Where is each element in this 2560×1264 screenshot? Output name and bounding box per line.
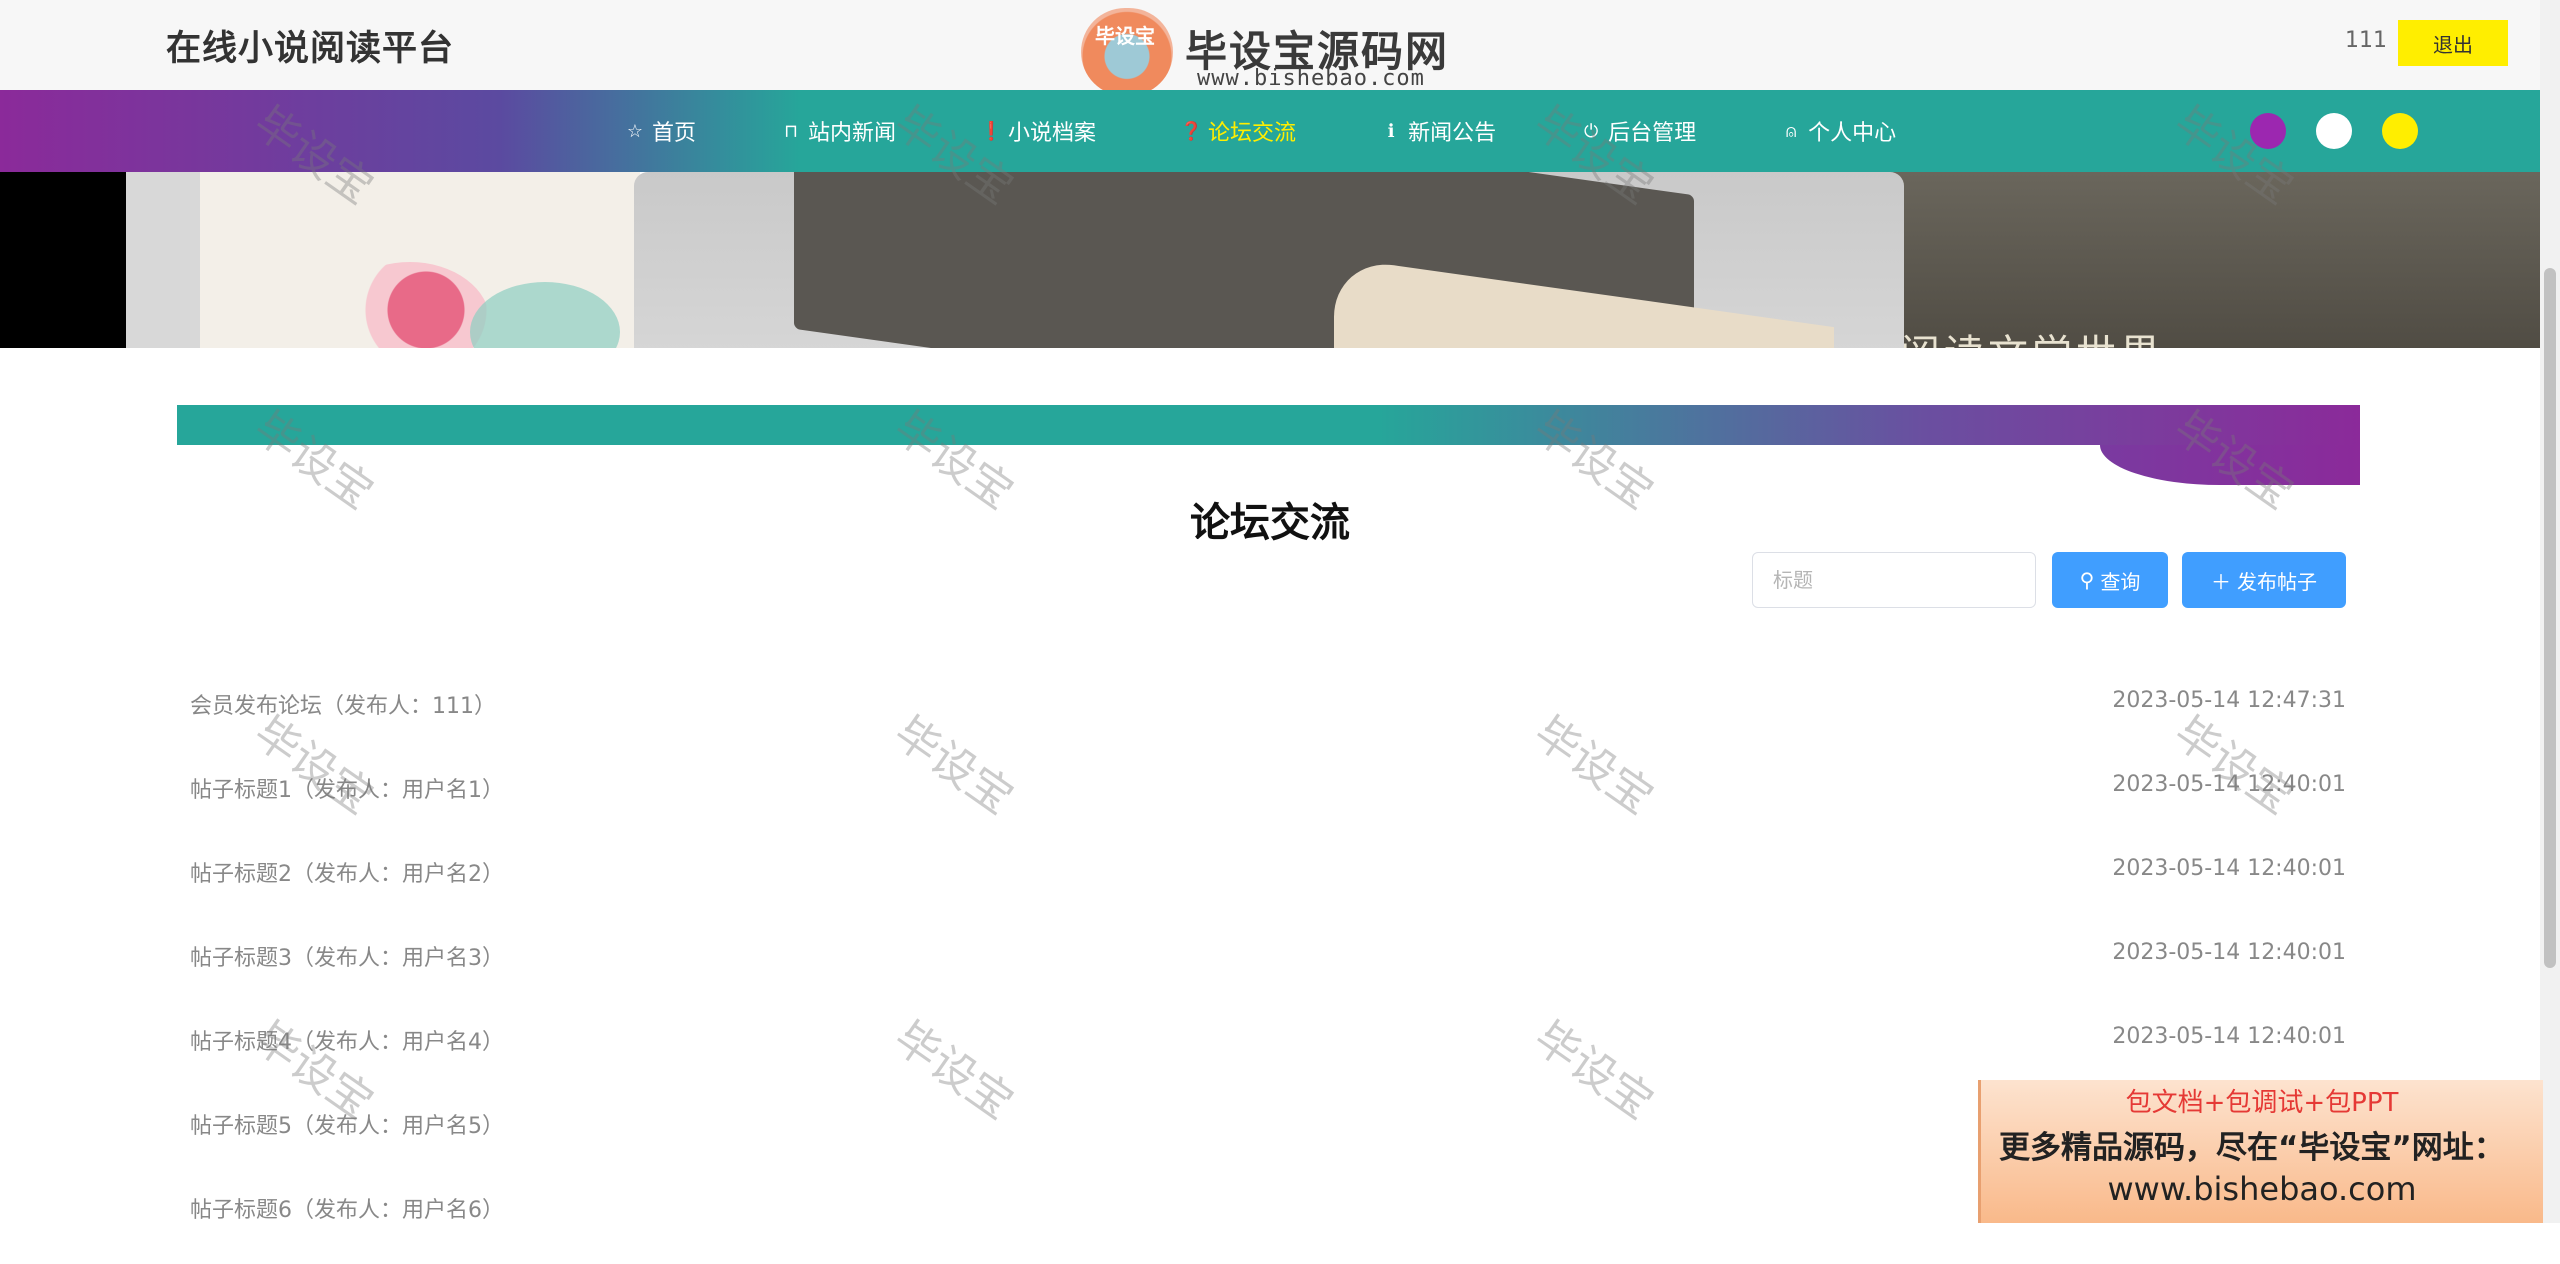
publish-button-label: 发布帖子 bbox=[2237, 569, 2317, 594]
section-header-curve bbox=[2100, 445, 2360, 485]
warning-icon: ❗ bbox=[980, 120, 1003, 142]
nav-item-label: 论坛交流 bbox=[1208, 121, 1297, 146]
nav-item-admin[interactable]: ⏻ 后台管理 bbox=[1580, 90, 1696, 172]
nav-item-label: 小说档案 bbox=[1008, 121, 1097, 146]
post-item[interactable]: 帖子标题1（发布人：用户名1） 2023-05-14 12:40:01 bbox=[190, 760, 2346, 844]
site-title[interactable]: 在线小说阅读平台 bbox=[166, 20, 454, 71]
logout-button[interactable]: 退出 bbox=[2398, 20, 2508, 66]
ad-line-3: www.bishebao.com bbox=[2107, 1170, 2417, 1208]
nav-item-label: 首页 bbox=[652, 121, 697, 146]
main-nav: ☆ 首页 ⊓ 站内新闻 ❗ 小说档案 ❓ 论坛交流 ℹ 新闻公告 ⏻ 后台管理 … bbox=[0, 90, 2540, 172]
theme-color-white[interactable] bbox=[2316, 113, 2352, 149]
banner-slide-prev[interactable] bbox=[0, 172, 640, 348]
nav-item-news[interactable]: ⊓ 站内新闻 bbox=[780, 90, 896, 172]
scrollbar-thumb[interactable] bbox=[2544, 268, 2556, 968]
page-scrollbar[interactable] bbox=[2540, 0, 2560, 1223]
theme-color-purple[interactable] bbox=[2250, 113, 2286, 149]
banner-slide-next[interactable]: 阅读文学世界 bbox=[1880, 172, 2540, 348]
info-icon: ℹ bbox=[1387, 120, 1395, 142]
username: 111 bbox=[2345, 28, 2387, 53]
theme-color-yellow[interactable] bbox=[2382, 113, 2418, 149]
search-icon: ⚲ bbox=[2079, 568, 2095, 592]
post-item[interactable]: 会员发布论坛（发布人：111） 2023-05-14 12:47:31 bbox=[190, 676, 2346, 760]
leaf-illustration bbox=[470, 282, 620, 348]
post-title[interactable]: 帖子标题3（发布人：用户名3） bbox=[190, 940, 504, 972]
post-title[interactable]: 帖子标题1（发布人：用户名1） bbox=[190, 772, 504, 804]
nav-item-label: 新闻公告 bbox=[1408, 121, 1497, 146]
bag-icon: ⊓ bbox=[783, 120, 799, 142]
lotus-illustration bbox=[330, 262, 490, 348]
nav-item-profile[interactable]: ⍝ 个人中心 bbox=[1780, 90, 1896, 172]
nav-item-label: 后台管理 bbox=[1608, 121, 1697, 146]
logo-badge-icon: 毕设宝 bbox=[1081, 8, 1173, 96]
site-header: 在线小说阅读平台 毕设宝 毕设宝源码网 www.bishebao.com 111… bbox=[0, 0, 2560, 96]
banner-slide-text: 阅读文学世界 bbox=[1900, 322, 2164, 348]
ad-line-1: 包文档+包调试+包PPT bbox=[2125, 1088, 2399, 1118]
post-title[interactable]: 帖子标题2（发布人：用户名2） bbox=[190, 856, 504, 888]
title-search-input[interactable] bbox=[1752, 552, 2036, 608]
post-time: 2023-05-14 12:40:01 bbox=[2112, 772, 2346, 797]
search-button-label: 查询 bbox=[2100, 569, 2141, 594]
nav-items: ☆ 首页 ⊓ 站内新闻 ❗ 小说档案 ❓ 论坛交流 ℹ 新闻公告 ⏻ 后台管理 … bbox=[624, 90, 1980, 172]
banner-slide-current[interactable] bbox=[634, 172, 1904, 348]
post-time: 2023-05-14 12:40:01 bbox=[2112, 1024, 2346, 1049]
post-item[interactable]: 帖子标题2（发布人：用户名2） 2023-05-14 12:40:01 bbox=[190, 844, 2346, 928]
nav-item-announcements[interactable]: ℹ 新闻公告 bbox=[1380, 90, 1496, 172]
post-title[interactable]: 帖子标题5（发布人：用户名5） bbox=[190, 1108, 504, 1140]
post-item[interactable]: 帖子标题3（发布人：用户名3） 2023-05-14 12:40:01 bbox=[190, 928, 2346, 1012]
plus-icon: ＋ bbox=[2211, 569, 2231, 594]
nav-item-label: 站内新闻 bbox=[808, 121, 897, 146]
post-time: 2023-05-14 12:40:01 bbox=[2112, 856, 2346, 881]
post-title[interactable]: 帖子标题6（发布人：用户名6） bbox=[190, 1192, 504, 1224]
post-title[interactable]: 会员发布论坛（发布人：111） bbox=[190, 688, 496, 720]
post-time: 2023-05-14 12:47:31 bbox=[2112, 688, 2346, 713]
search-button[interactable]: ⚲ 查询 bbox=[2052, 552, 2168, 608]
publish-post-button[interactable]: ＋ 发布帖子 bbox=[2182, 552, 2346, 608]
theme-color-switcher bbox=[2250, 113, 2448, 149]
power-icon: ⏻ bbox=[1583, 120, 1599, 142]
star-icon: ☆ bbox=[626, 120, 644, 142]
section-header-bar bbox=[177, 405, 2360, 445]
promo-ad-banner[interactable]: 包文档+包调试+包PPT 更多精品源码，尽在“毕设宝”网址： www.bishe… bbox=[1978, 1080, 2543, 1223]
brand-logo[interactable]: 毕设宝 毕设宝源码网 www.bishebao.com bbox=[1075, 6, 1465, 100]
nav-item-novels[interactable]: ❗ 小说档案 bbox=[980, 90, 1096, 172]
logo-badge-text: 毕设宝 bbox=[1095, 24, 1155, 48]
nav-item-home[interactable]: ☆ 首页 bbox=[624, 90, 696, 172]
page-title: 论坛交流 bbox=[1190, 500, 1350, 546]
logo-url: www.bishebao.com bbox=[1197, 66, 1425, 91]
nav-item-label: 个人中心 bbox=[1808, 121, 1897, 146]
ad-line-2: 更多精品源码，尽在“毕设宝”网址： bbox=[1999, 1130, 2505, 1166]
question-icon: ❓ bbox=[1180, 120, 1203, 142]
post-time: 2023-05-14 12:40:01 bbox=[2112, 940, 2346, 965]
post-title[interactable]: 帖子标题4（发布人：用户名4） bbox=[190, 1024, 504, 1056]
user-icon: ⍝ bbox=[1785, 120, 1797, 142]
nav-item-forum[interactable]: ❓ 论坛交流 bbox=[1180, 90, 1296, 172]
